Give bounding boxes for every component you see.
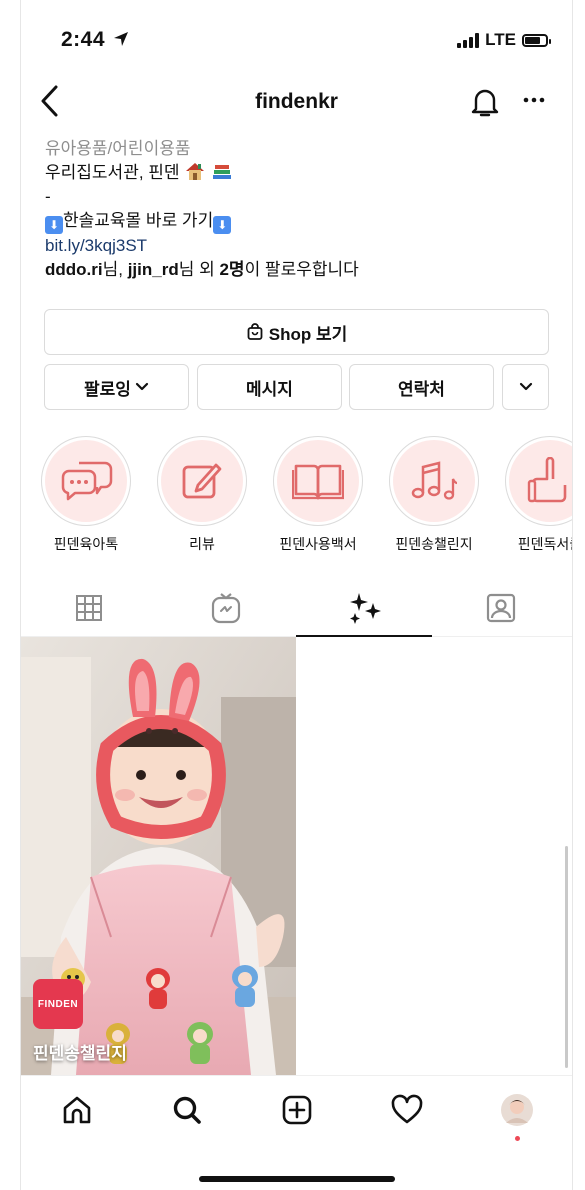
activity-tab[interactable] (387, 1090, 427, 1130)
network-label: LTE (485, 30, 516, 49)
heart-icon (391, 1094, 423, 1124)
status-bar: 2:44 LTE (21, 22, 572, 58)
profile-category: 유아용품/어린이용품 (45, 139, 191, 158)
plus-square-icon (282, 1095, 312, 1125)
following-label: 팔로잉 (84, 379, 131, 399)
down-arrow-icon: ⬇ (213, 216, 232, 234)
more-options-button[interactable] (522, 86, 546, 116)
ellipsis-icon (523, 97, 545, 103)
chevron-down-icon (135, 382, 149, 391)
books-icon (213, 165, 232, 179)
home-indicator (199, 1176, 395, 1182)
highlight-label: 핀덴육아톡 (53, 536, 119, 552)
profile-tab[interactable] (497, 1090, 537, 1130)
app-frame: 2:44 LTE findenkr 유아용품/어린이용품 우리집도서관, 핀덴 (20, 0, 573, 1190)
story-highlights: 핀덴육아톡 리뷰 핀덴사용백서 핀덴송챌린지 핀덴독서클 (39, 436, 572, 556)
bio-link[interactable]: bit.ly/3kqj3ST (45, 234, 552, 258)
down-arrow-icon: ⬇ (45, 216, 63, 234)
status-right: LTE (457, 30, 551, 50)
grid-icon (76, 595, 102, 621)
profile-tabs (21, 580, 572, 637)
tv-icon (211, 593, 241, 624)
shop-button[interactable]: Shop 보기 (44, 309, 549, 355)
tab-tagged[interactable] (433, 580, 569, 636)
music-notes-icon (411, 461, 458, 500)
edit-icon (182, 463, 222, 499)
location-arrow-icon (113, 31, 129, 52)
create-post-tab[interactable] (277, 1090, 317, 1130)
highlight-item[interactable]: 핀덴송챌린지 (379, 436, 489, 554)
tagged-person-icon (486, 593, 516, 623)
bio-shop-line: ⬇ 한솔교육몰 바로 가기 ⬇ (45, 209, 552, 234)
profile-header: findenkr (21, 80, 572, 124)
notification-dot (515, 1136, 520, 1141)
followed-count[interactable]: 2명 (219, 260, 244, 279)
tab-reels-effects[interactable] (296, 580, 432, 637)
contact-button[interactable]: 연락처 (349, 364, 494, 410)
tab-igtv[interactable] (158, 580, 294, 636)
avatar (501, 1094, 533, 1126)
followed-sep: 님, (102, 260, 128, 279)
brand-logo: FINDEN (37, 998, 79, 1010)
followed-tail: 이 팔로우합니다 (244, 260, 359, 279)
chat-bubbles-icon (61, 461, 113, 501)
status-time: 2:44 (61, 28, 106, 51)
notification-bell-button[interactable] (470, 86, 500, 123)
sparkles-icon (350, 592, 381, 624)
message-label: 메시지 (246, 379, 293, 399)
highlight-label: 핀덴사용백서 (279, 536, 357, 552)
shop-button-label: Shop 보기 (268, 324, 348, 344)
battery-icon (522, 33, 551, 47)
thumbs-up-icon (527, 457, 567, 503)
highlight-item[interactable]: 핀덴육아톡 (31, 436, 141, 554)
bottom-tab-bar (21, 1075, 572, 1190)
home-tab[interactable] (57, 1090, 97, 1130)
bio-shop-text: 한솔교육몰 바로 가기 (63, 211, 214, 230)
tab-posts-grid[interactable] (21, 580, 157, 636)
bio-dash: - (45, 187, 51, 206)
message-button[interactable]: 메시지 (197, 364, 342, 410)
chevron-down-icon (519, 382, 532, 391)
following-button[interactable]: 팔로잉 (44, 364, 189, 410)
profile-bio: 유아용품/어린이용품 우리집도서관, 핀덴 - ⬇ 한솔교육몰 바로 가기 ⬇ bi… (45, 137, 552, 282)
search-icon (173, 1096, 201, 1124)
highlight-label: 핀덴송챌린지 (395, 536, 473, 552)
highlight-item[interactable]: 핀덴사용백서 (263, 436, 373, 554)
followed-sep: 님 외 (178, 260, 220, 279)
house-icon (186, 163, 205, 180)
book-icon (292, 464, 344, 500)
suggested-accounts-button[interactable] (502, 364, 549, 410)
home-icon (63, 1096, 91, 1124)
highlight-item[interactable]: 핀덴독서클 (495, 436, 572, 554)
highlight-label: 핀덴독서클 (517, 536, 572, 552)
bio-line-text: 우리집도서관, 핀덴 (45, 163, 180, 182)
scrollbar[interactable] (565, 846, 568, 1068)
signal-icon (457, 32, 480, 48)
highlight-item[interactable]: 리뷰 (147, 436, 257, 554)
followed-by: dddo.ri님, jjin_rd님 외 2명이 팔로우합니다 (45, 258, 552, 282)
shopping-bag-icon (247, 323, 263, 340)
followed-user[interactable]: jjin_rd (128, 260, 179, 279)
search-tab[interactable] (167, 1090, 207, 1130)
post-caption: 핀덴송챌린지 (33, 1044, 127, 1063)
contact-label: 연락처 (398, 379, 445, 399)
post-thumbnail[interactable]: FINDEN 핀덴송챌린지 (21, 637, 296, 1075)
followed-user[interactable]: dddo.ri (45, 260, 103, 279)
bio-line: 우리집도서관, 핀덴 (45, 161, 552, 185)
highlight-label: 리뷰 (189, 536, 215, 552)
bell-icon (471, 89, 499, 117)
